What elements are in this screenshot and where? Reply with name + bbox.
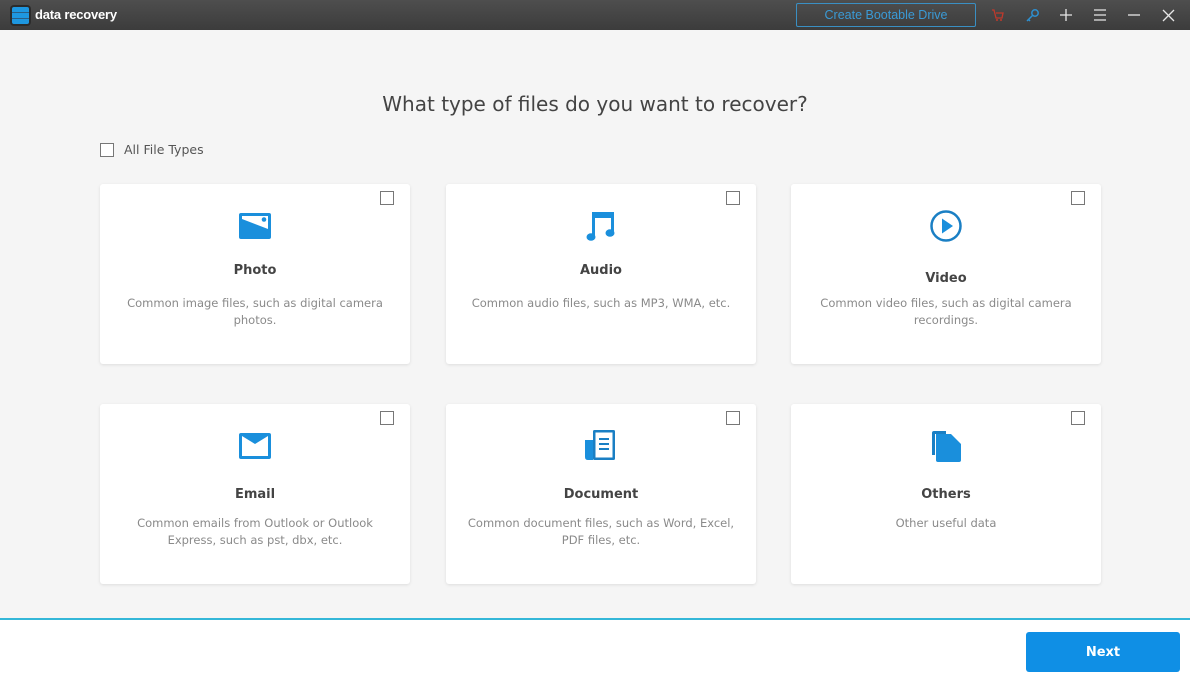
minimize-icon[interactable] — [1124, 5, 1144, 25]
file-type-card-audio[interactable]: Audio Common audio files, such as MP3, W… — [446, 184, 756, 364]
card-title: Email — [234, 487, 276, 502]
close-icon[interactable] — [1158, 5, 1178, 25]
next-button[interactable]: Next — [1026, 632, 1180, 672]
card-description: Common emails from Outlook or Outlook Ex… — [137, 516, 373, 547]
create-bootable-drive-button[interactable]: Create Bootable Drive — [796, 3, 976, 27]
document-checkbox[interactable] — [726, 411, 740, 425]
file-type-card-video[interactable]: Video Common video files, such as digita… — [791, 184, 1101, 364]
app-title: data recovery — [35, 7, 117, 22]
key-icon[interactable] — [1022, 5, 1042, 25]
card-title: Audio — [579, 263, 622, 278]
card-title: Video — [925, 271, 967, 286]
card-title: Others — [921, 487, 971, 502]
card-title: Document — [563, 487, 639, 502]
plus-icon[interactable] — [1056, 5, 1076, 25]
menu-icon[interactable] — [1090, 5, 1110, 25]
email-checkbox[interactable] — [380, 411, 394, 425]
title-bar: data recovery Create Bootable Drive — [0, 0, 1190, 30]
cart-icon[interactable] — [988, 5, 1008, 25]
video-checkbox[interactable] — [1071, 191, 1085, 205]
all-file-types-checkbox[interactable]: All File Types — [100, 142, 204, 157]
email-icon — [239, 433, 271, 459]
video-icon — [930, 210, 962, 242]
card-description: Common audio files, such as MP3, WMA, et… — [471, 296, 731, 310]
all-file-types-label: All File Types — [124, 142, 204, 157]
page-heading: What type of files do you want to recove… — [382, 92, 808, 116]
document-icon — [585, 430, 615, 460]
others-checkbox[interactable] — [1071, 411, 1085, 425]
card-description: Other useful data — [895, 516, 997, 530]
others-icon — [932, 431, 961, 462]
card-title: Photo — [233, 263, 277, 278]
app-logo-icon — [12, 7, 29, 24]
file-type-card-others[interactable]: Others Other useful data — [791, 404, 1101, 584]
photo-checkbox[interactable] — [380, 191, 394, 205]
photo-icon — [239, 213, 271, 239]
checkbox[interactable] — [100, 142, 114, 157]
file-type-card-photo[interactable]: Photo Common image files, such as digita… — [100, 184, 410, 364]
card-description: Common document files, such as Word, Exc… — [467, 516, 735, 547]
footer-bar: Next — [0, 618, 1190, 678]
card-description: Common video files, such as digital came… — [820, 296, 1072, 327]
file-type-card-email[interactable]: Email Common emails from Outlook or Outl… — [100, 404, 410, 584]
audio-icon — [586, 212, 615, 241]
card-description: Common image files, such as digital came… — [127, 296, 383, 327]
file-type-card-document[interactable]: Document Common document files, such as … — [446, 404, 756, 584]
audio-checkbox[interactable] — [726, 191, 740, 205]
